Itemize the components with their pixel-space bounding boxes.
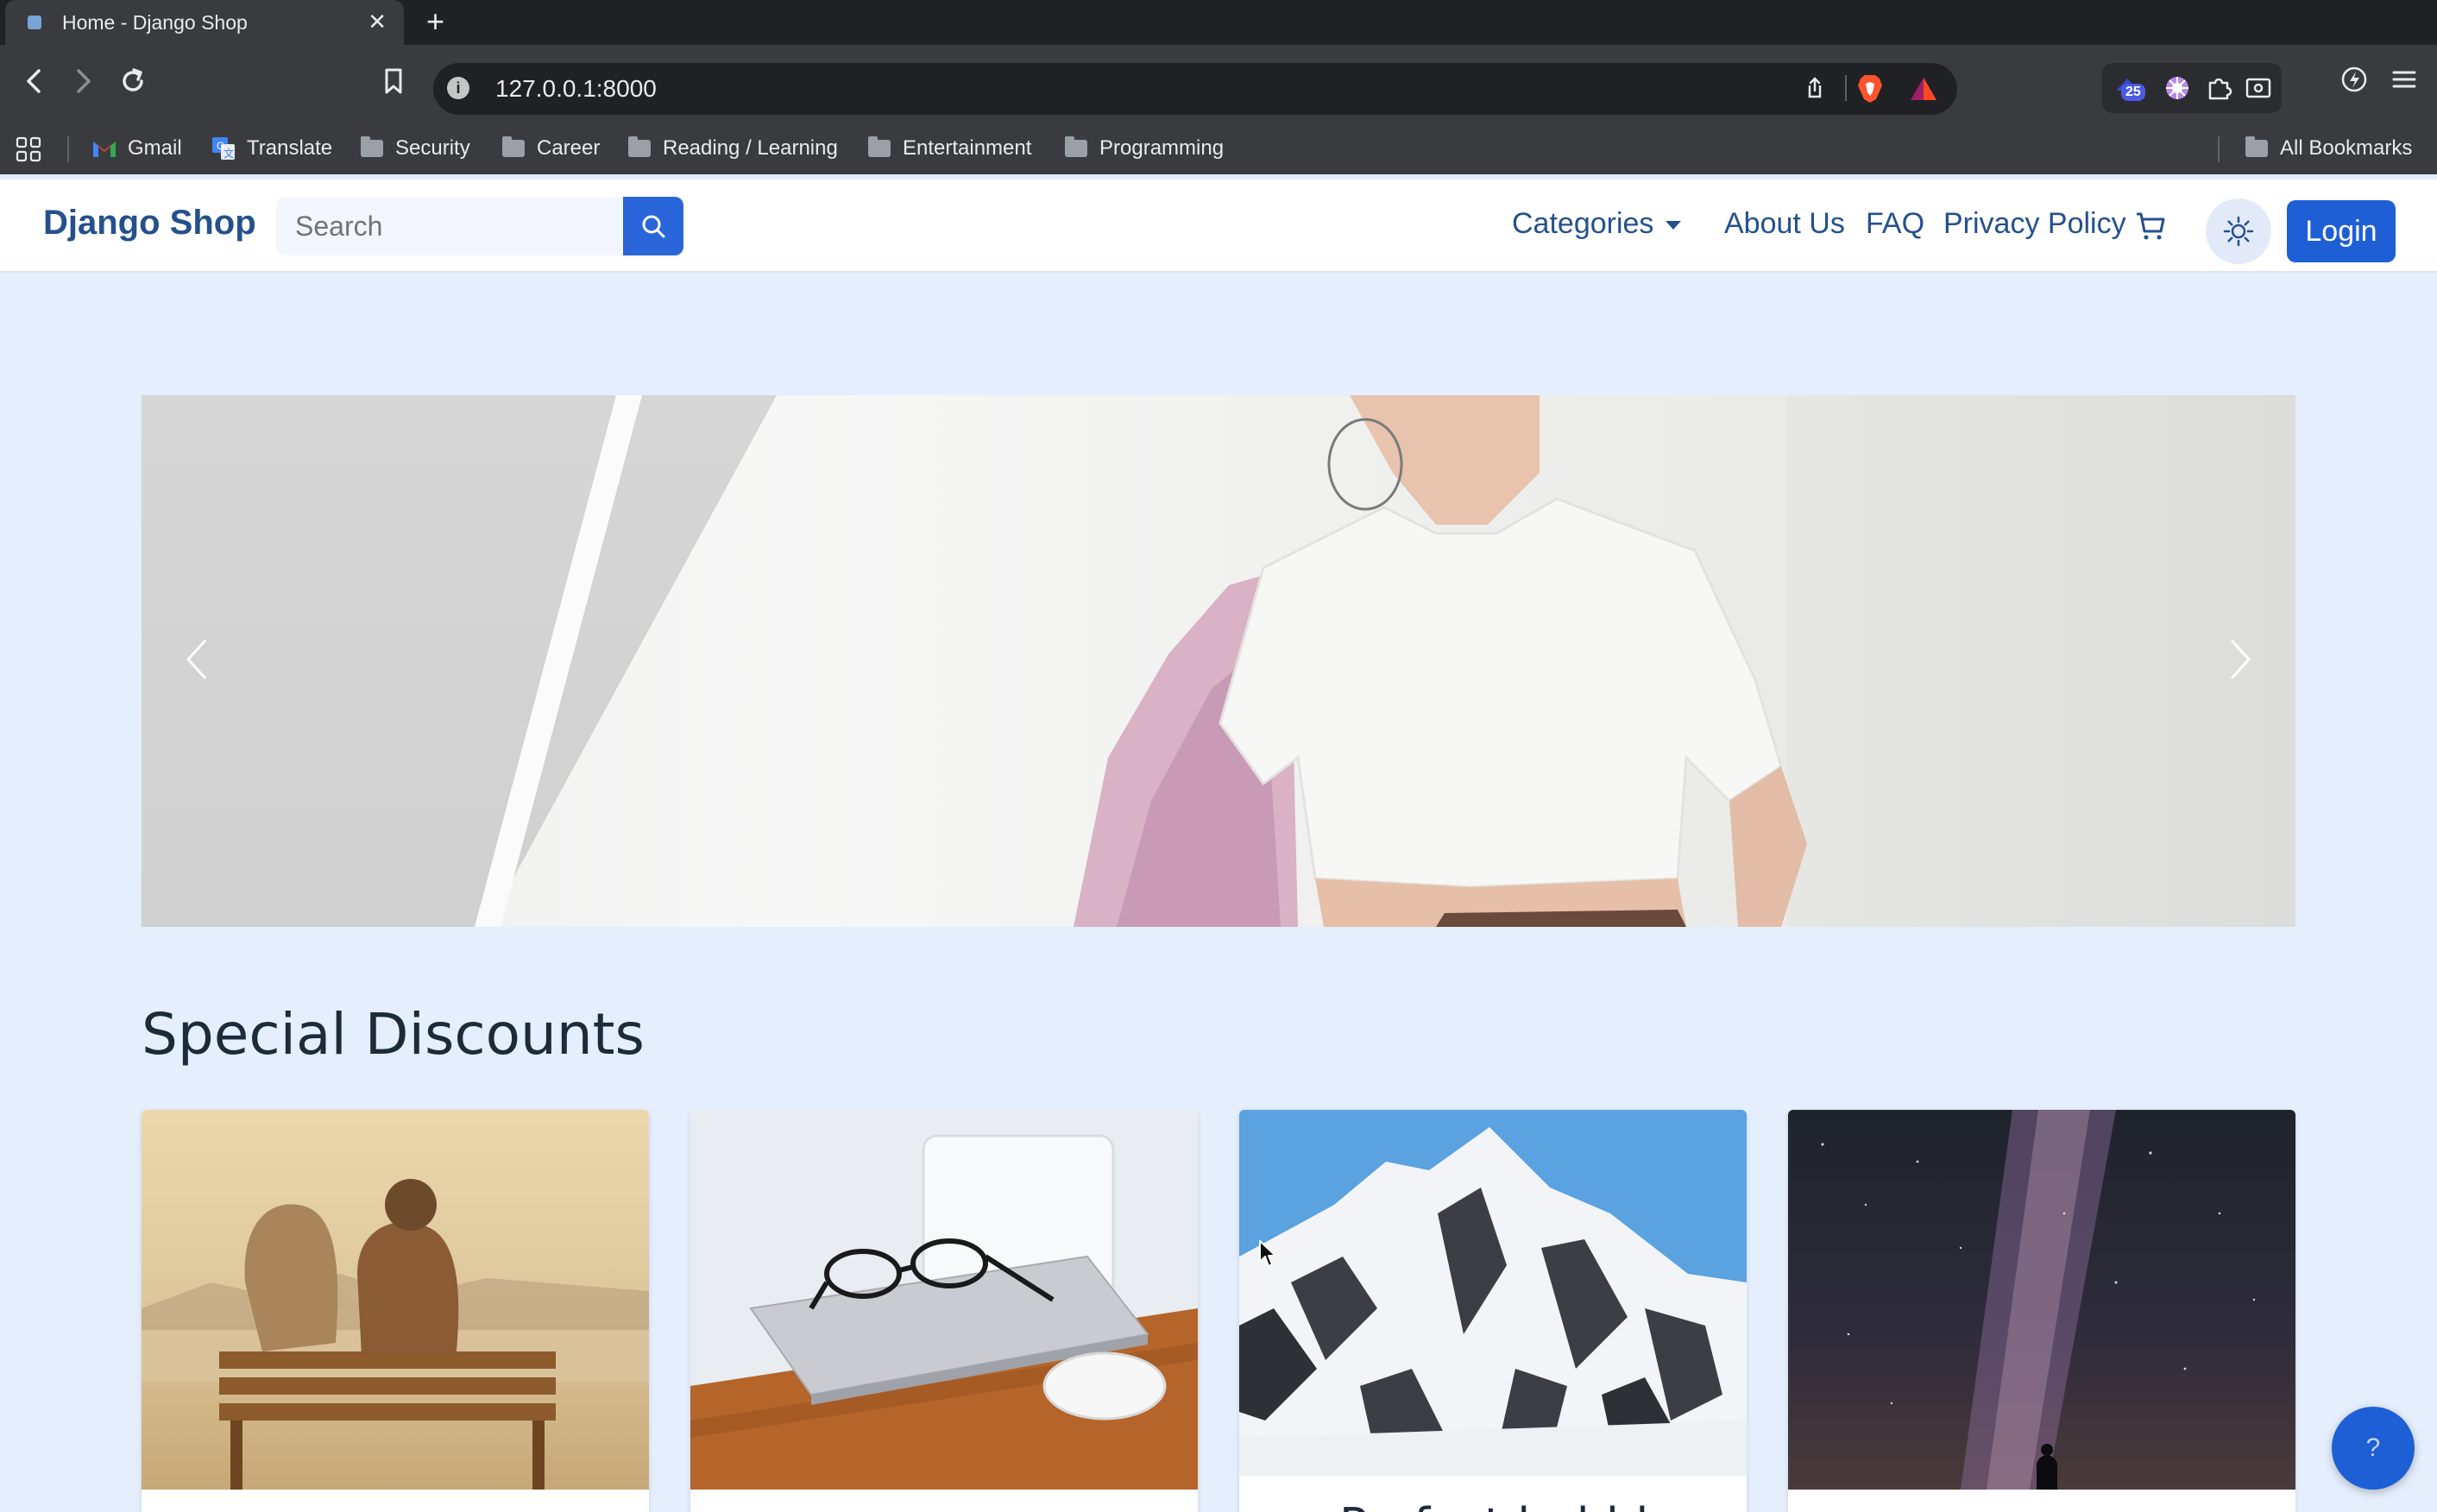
search-icon — [642, 215, 665, 238]
snowy-mountain-image — [1239, 1110, 1747, 1476]
share-icon[interactable] — [1802, 75, 1828, 101]
gmail-icon — [93, 142, 116, 157]
svg-text:文: 文 — [224, 147, 234, 160]
folder-icon — [628, 136, 651, 157]
reload-icon[interactable] — [114, 62, 152, 100]
couple-on-bench-image — [142, 1110, 649, 1490]
folder-icon — [2245, 136, 2268, 157]
login-button[interactable]: Login — [2287, 200, 2396, 262]
apps-grid-icon[interactable] — [14, 135, 43, 164]
brave-rewards-icon[interactable] — [1909, 75, 1938, 103]
search-button[interactable] — [623, 197, 683, 255]
discount-card[interactable] — [1788, 1110, 2295, 1512]
search-input[interactable] — [276, 197, 625, 255]
hero-model-image — [1074, 395, 1807, 927]
cart-icon[interactable] — [2133, 209, 2168, 243]
theme-toggle[interactable] — [2206, 198, 2271, 264]
folder-icon — [361, 136, 383, 157]
bookmarks-bar: Gmail G文 Translate Security Career Readi… — [0, 123, 2437, 174]
bookmark-page-icon[interactable] — [375, 62, 412, 100]
categories-dropdown[interactable]: Categories — [1512, 207, 1682, 241]
url-text: 127.0.0.1:8000 — [495, 75, 657, 102]
bookmark-folder-reading[interactable]: Reading / Learning — [628, 135, 838, 162]
bookmark-translate[interactable]: G文 Translate — [211, 135, 332, 162]
new-tab-button[interactable]: + — [426, 5, 444, 38]
reader-mode-icon[interactable] — [2244, 73, 2273, 103]
carousel-next-icon[interactable] — [2223, 633, 2258, 685]
discount-card[interactable] — [690, 1110, 1198, 1512]
flower-extension-icon[interactable] — [2163, 73, 2192, 103]
glasses-on-laptop-image — [690, 1110, 1198, 1490]
close-tab-icon[interactable]: ✕ — [368, 10, 387, 33]
site-navbar: Django Shop Categories About Us FAQ Priv… — [0, 180, 2437, 273]
brave-leo-icon[interactable] — [2337, 62, 2371, 97]
address-bar[interactable]: i 127.0.0.1:8000 — [433, 63, 1957, 115]
favicon-icon — [28, 16, 41, 29]
browser-tab-bar: Home - Django Shop ✕ + — [0, 0, 2437, 45]
menu-icon[interactable] — [2387, 62, 2421, 97]
nav-privacy-policy[interactable]: Privacy Policy — [1943, 207, 2126, 241]
bookmarks-divider — [67, 136, 69, 162]
carousel-prev-icon[interactable] — [179, 633, 214, 685]
translate-icon: G文 — [212, 137, 235, 160]
nav-faq[interactable]: FAQ — [1866, 207, 1924, 241]
discount-card[interactable] — [142, 1110, 649, 1512]
caret-down-icon — [1666, 221, 1682, 230]
nav-about-us[interactable]: About Us — [1724, 207, 1845, 241]
all-bookmarks[interactable]: All Bookmarks — [2245, 135, 2412, 162]
extension-badge: 25 — [2121, 84, 2145, 101]
back-icon[interactable] — [16, 62, 54, 100]
card-title: Perfect bubble — [1339, 1498, 1678, 1512]
bookmark-gmail[interactable]: Gmail — [91, 135, 182, 162]
section-title: Special Discounts — [142, 1001, 645, 1068]
starry-night-sky-image — [1788, 1110, 2295, 1490]
bookmark-folder-entertainment[interactable]: Entertainment — [868, 135, 1031, 162]
bookmark-folder-programming[interactable]: Programming — [1065, 135, 1224, 162]
folder-icon — [1065, 136, 1087, 157]
browser-tab-active[interactable]: Home - Django Shop ✕ — [5, 0, 404, 45]
forward-icon[interactable] — [64, 62, 102, 100]
bookmark-folder-career[interactable]: Career — [502, 135, 600, 162]
hero-carousel — [142, 395, 2295, 927]
extensions-group: 25 — [2102, 63, 2282, 113]
tab-title: Home - Django Shop — [62, 10, 248, 34]
bookmarks-divider — [2218, 136, 2220, 162]
help-button[interactable]: ? — [2332, 1407, 2415, 1490]
bookmark-folder-security[interactable]: Security — [361, 135, 470, 162]
puzzle-extensions-icon[interactable] — [2204, 73, 2233, 103]
brand-logo[interactable]: Django Shop — [43, 204, 256, 243]
folder-icon — [868, 136, 891, 157]
mouse-cursor-icon — [1259, 1240, 1276, 1267]
brave-shield-icon[interactable] — [1855, 73, 1885, 104]
site-info-icon[interactable]: i — [447, 77, 469, 99]
folder-icon — [502, 136, 525, 157]
address-divider — [1845, 75, 1847, 101]
discount-card[interactable]: Perfect bubble — [1239, 1110, 1747, 1512]
sun-icon — [2223, 216, 2254, 247]
